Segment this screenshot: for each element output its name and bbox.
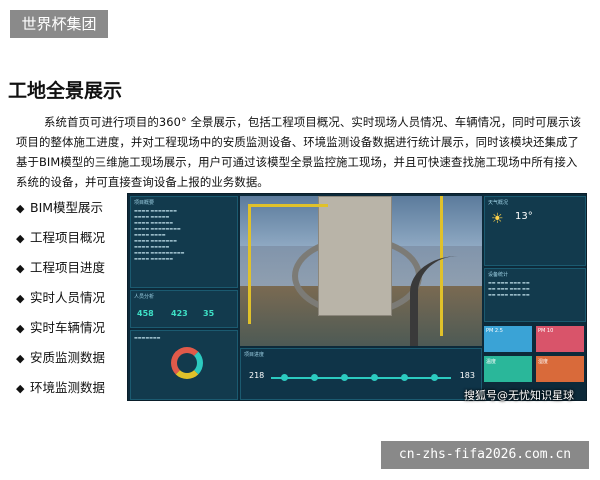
bim-3d-scene [240, 196, 482, 346]
env-tile-pm25: PM 2.5 [484, 326, 532, 352]
timeline-node [371, 374, 378, 381]
diamond-bullet-icon: ◆ [16, 382, 25, 395]
crane-arm-icon [248, 204, 328, 207]
env-tile-humidity: 湿度 [536, 356, 584, 382]
diamond-bullet-icon: ◆ [16, 232, 25, 245]
people-analysis-panel: 人员分析 458 423 35 [130, 290, 238, 328]
timeline-node [341, 374, 348, 381]
timeline-node [311, 374, 318, 381]
feature-item: ◆ 工程项目进度 [16, 258, 105, 288]
diamond-bullet-icon: ◆ [16, 322, 25, 335]
panel-title: 人员分析 [134, 294, 155, 300]
diamond-bullet-icon: ◆ [16, 202, 25, 215]
dashboard-left-column: 项目概要 ▬▬▬▬ ▬▬▬▬▬▬▬ ▬▬▬▬ ▬▬▬▬▬ ▬▬▬▬ ▬▬▬▬▬▬… [130, 196, 238, 400]
timeline-node [401, 374, 408, 381]
brand-badge: 世界杯集团 [10, 10, 108, 38]
progress-timeline-panel: 项目进度 218 183 [240, 348, 482, 400]
section-description: 系统首页可进行项目的360° 全景展示，包括工程项目概况、实时现场人员情况、车辆… [16, 115, 582, 189]
timeline-node [281, 374, 288, 381]
env-tile-pm10: PM 10 [536, 326, 584, 352]
dashboard-screenshot: 项目概要 ▬▬▬▬ ▬▬▬▬▬▬▬ ▬▬▬▬ ▬▬▬▬▬ ▬▬▬▬ ▬▬▬▬▬▬… [127, 193, 587, 401]
sun-icon: ☀ [491, 211, 504, 227]
timeline-right-value: 183 [459, 371, 475, 380]
people-count-absent: 35 [203, 309, 215, 318]
temperature-value: 13° [515, 211, 533, 222]
panel-title: 天气概况 [488, 200, 509, 206]
site-watermark: cn-zhs-fifa2026.com.cn [381, 441, 589, 469]
diamond-bullet-icon: ◆ [16, 352, 25, 365]
feature-item: ◆ 环境监测数据 [16, 378, 105, 408]
feature-item: ◆ BIM模型展示 [16, 198, 105, 228]
diamond-bullet-icon: ◆ [16, 292, 25, 305]
donut-chart-icon [171, 347, 203, 379]
dashboard-right-column: 天气概况 ☀ 13° 设备统计 ▬▬ ▬▬▬ ▬▬▬ ▬▬ ▬▬ ▬▬▬ ▬▬▬… [484, 196, 586, 400]
placeholder-row: ▬▬ ▬▬▬ ▬▬▬ ▬▬ [488, 292, 530, 297]
scene-building [318, 196, 392, 316]
feature-item: ◆ 安质监测数据 [16, 348, 105, 378]
sohu-watermark: 搜狐号@无忧知识星球 [464, 389, 574, 402]
panel-title: 项目进度 [244, 352, 265, 358]
workers-distribution-panel: ▬▬▬▬▬▬▬ [130, 330, 238, 400]
crane-icon [248, 204, 251, 324]
device-stats-panel: 设备统计 ▬▬ ▬▬▬ ▬▬▬ ▬▬ ▬▬ ▬▬▬ ▬▬▬ ▬▬ ▬▬ ▬▬▬ … [484, 268, 586, 322]
feature-item: ◆ 实时人员情况 [16, 288, 105, 318]
env-tile-temperature: 温度 [484, 356, 532, 382]
placeholder-row: ▬▬▬▬ ▬▬▬▬▬▬ [134, 256, 174, 261]
people-count-total: 458 [137, 309, 154, 318]
people-count-present: 423 [171, 309, 188, 318]
feature-list: ◆ BIM模型展示 ◆ 工程项目概况 ◆ 工程项目进度 ◆ 实时人员情况 ◆ 实时车辆情况… [16, 198, 105, 408]
panel-title: 设备统计 [488, 272, 509, 278]
diamond-bullet-icon: ◆ [16, 262, 25, 275]
weather-panel: 天气概况 ☀ 13° [484, 196, 586, 266]
timeline-node [431, 374, 438, 381]
feature-item: ◆ 实时车辆情况 [16, 318, 105, 348]
placeholder-row: ▬▬▬▬▬▬▬ [134, 335, 161, 340]
project-overview-panel: 项目概要 ▬▬▬▬ ▬▬▬▬▬▬▬ ▬▬▬▬ ▬▬▬▬▬ ▬▬▬▬ ▬▬▬▬▬▬… [130, 196, 238, 288]
timeline-line [271, 377, 451, 379]
section-title: 工地全景展示 [8, 80, 123, 102]
feature-item: ◆ 工程项目概况 [16, 228, 105, 258]
timeline-left-value: 218 [249, 371, 265, 380]
panel-title: 项目概要 [134, 200, 155, 206]
